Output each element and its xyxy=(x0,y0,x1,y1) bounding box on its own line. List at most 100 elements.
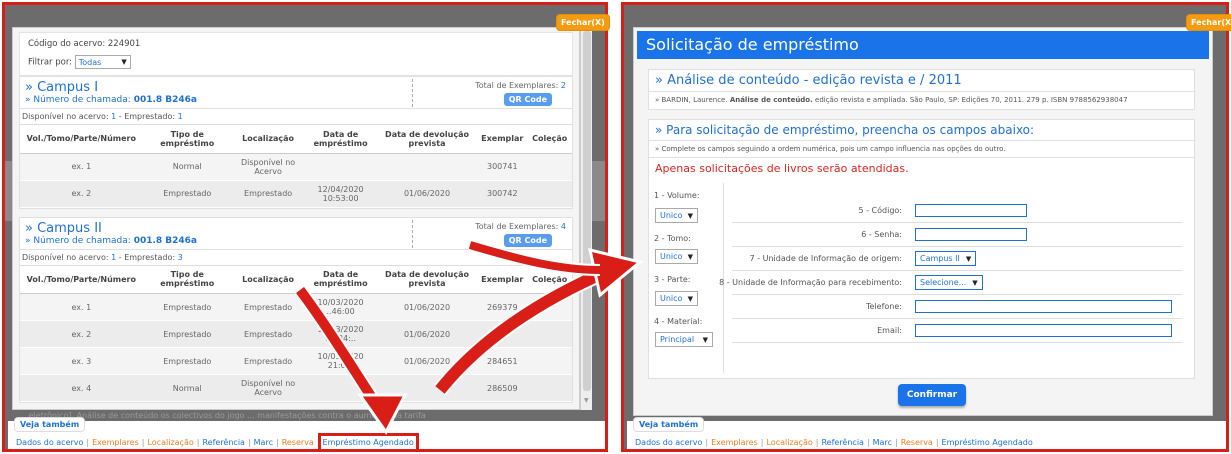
solicitacao-modal: Solicitação de empréstimo » Análise de c… xyxy=(633,27,1213,416)
divider xyxy=(412,79,413,107)
separator: | xyxy=(316,438,320,447)
table-cell: Emprestado xyxy=(231,180,305,208)
codigo-row: 5 - Código: xyxy=(732,200,1182,223)
column-header: Data de empréstimo xyxy=(304,265,377,294)
table-cell: 300741 xyxy=(477,153,528,181)
close-button[interactable]: Fechar(X) xyxy=(1186,14,1231,31)
veja-link[interactable]: Localização xyxy=(147,438,193,447)
veja-link[interactable]: Exemplares xyxy=(92,438,139,447)
column-header: Data de devolução prevista xyxy=(376,125,478,154)
veja-link[interactable]: Referência xyxy=(202,438,245,447)
telefone-label: Telefone: xyxy=(866,302,902,311)
table-cell xyxy=(304,374,377,402)
veja-link[interactable]: Localização xyxy=(766,438,812,447)
qr-code-button[interactable]: QR Code xyxy=(503,233,552,247)
veja-link[interactable]: Exemplares xyxy=(711,438,758,447)
separator: | xyxy=(141,438,145,447)
recebimento-select[interactable]: Selecione... ▼ xyxy=(915,275,983,290)
book-title: » Análise de conteúdo - edição revista e… xyxy=(649,70,1194,92)
acervo-modal: Código do acervo: 224901 Filtrar por: To… xyxy=(12,27,580,410)
chevron-down-icon: ▼ xyxy=(687,294,693,303)
parte-select[interactable]: Unico ▼ xyxy=(655,291,698,306)
origem-select[interactable]: Campus II ▼ xyxy=(915,251,977,266)
chevron-down-icon: ▼ xyxy=(972,278,978,287)
separator: | xyxy=(935,438,939,447)
table-row: ex. 3 Emprestado Emprestado 10/03/2020 21:0… xyxy=(20,347,572,375)
table-cell: ex. 1 xyxy=(20,293,143,321)
veja-tambem-tab: Veja também xyxy=(633,417,705,432)
campus-name: » Campus I xyxy=(25,80,99,95)
senha-input[interactable] xyxy=(915,228,1027,241)
material-select[interactable]: Principal ▼ xyxy=(655,332,713,347)
scroll-down-icon[interactable]: ▼ xyxy=(584,397,589,404)
veja-link[interactable]: Empréstimo Agendado xyxy=(317,433,419,449)
confirmar-button[interactable]: Confirmar xyxy=(898,384,966,406)
column-header: Data de devolução prevista xyxy=(376,265,478,294)
qr-code-button[interactable]: QR Code xyxy=(503,93,552,106)
scrollbar-thumb[interactable] xyxy=(583,31,591,391)
veja-link[interactable]: Reserva xyxy=(282,438,314,447)
telefone-input[interactable] xyxy=(915,300,1172,313)
exemplares-table: Vol./Tomo/Parte/Número Tipo de empréstimo… xyxy=(20,265,572,402)
table-cell: Disponível no Acervo xyxy=(231,153,305,181)
veja-link[interactable]: Reserva xyxy=(901,438,933,447)
separator: | xyxy=(894,438,898,447)
column-header: Exemplar xyxy=(477,125,528,154)
separator: | xyxy=(275,438,279,447)
close-button[interactable]: Fechar(X) xyxy=(556,14,610,31)
table-cell: Disponível no Acervo xyxy=(231,374,305,402)
column-header: Data de empréstimo xyxy=(304,125,377,154)
total-exemplares: Total de Exemplares: 4 xyxy=(475,221,566,231)
chevron-down-icon: ▼ xyxy=(687,211,693,220)
origem-label: 7 - Unidade de Informação de origem: xyxy=(749,254,902,263)
divider xyxy=(412,219,413,248)
codigo-acervo: Código do acervo: 224901 xyxy=(28,39,141,49)
campus-block: » Campus I » Número de chamada: 001.8 B2… xyxy=(19,76,573,209)
veja-link[interactable]: Marc xyxy=(873,438,892,447)
chevron-down-icon: ▼ xyxy=(965,254,972,263)
total-exemplares: Total de Exemplares: 2 xyxy=(475,81,566,90)
chevron-down-icon: ▼ xyxy=(687,252,693,261)
table-cell: 13/03/2020 19:34:.. xyxy=(304,320,377,348)
scrollbar[interactable]: ▼ xyxy=(580,27,592,410)
email-input[interactable] xyxy=(915,324,1172,337)
filtrar-select[interactable]: Todas ▼ xyxy=(74,55,131,69)
table-cell: ex. 2 xyxy=(20,180,143,208)
exemplares-table: Vol./Tomo/Parte/Número Tipo de empréstimo… xyxy=(20,125,572,208)
book-reference: » BARDIN, Laurence. Análise de conteúdo.… xyxy=(655,96,1128,104)
codigo-label: 5 - Código: xyxy=(858,206,902,215)
table-cell xyxy=(376,374,478,402)
veja-link[interactable]: Referência xyxy=(821,438,864,447)
field-label: 3 - Parte: xyxy=(654,275,691,284)
table-cell xyxy=(527,153,572,181)
table-cell: Emprestado xyxy=(142,347,232,375)
field-label: 4 - Material: xyxy=(654,317,703,326)
request-form-box: » Para solicitação de empréstimo, preenc… xyxy=(648,119,1195,379)
column-header: Vol./Tomo/Parte/Número xyxy=(20,125,143,154)
column-header: Exemplar xyxy=(477,265,528,294)
table-cell xyxy=(527,293,572,321)
table-cell: 01/06/2020 xyxy=(376,180,478,208)
veja-link[interactable]: Dados do acervo xyxy=(635,438,702,447)
left-screenshot-panel: Código do acervo: 224901 Filtrar por: To… xyxy=(2,2,608,452)
veja-link[interactable]: Dados do acervo xyxy=(16,438,83,447)
table-cell xyxy=(527,320,572,348)
veja-tambem-bar: Veja também Dados do acervo | Exemplares | L… xyxy=(627,417,1226,449)
column-header: Coleção xyxy=(527,265,572,294)
veja-links: Dados do acervo | Exemplares | Localização | R… xyxy=(635,438,1033,447)
volume-select[interactable]: Unico ▼ xyxy=(655,208,698,223)
separator: | xyxy=(866,438,870,447)
table-row: ex. 2 Emprestado Emprestado 13/03/2020 19:3… xyxy=(20,320,572,348)
veja-link[interactable]: Marc xyxy=(254,438,273,447)
table-cell: ex. 2 xyxy=(20,320,143,348)
screenshot-root: { "left": { "close_label": "Fechar(X)", … xyxy=(0,0,1231,454)
call-number: » Número de chamada: 001.8 B246a xyxy=(25,235,198,246)
table-row: ex. 1 Emprestado Emprestado 10/03/2020 ..46… xyxy=(20,293,572,321)
codigo-input[interactable] xyxy=(915,204,1027,217)
column-header: Tipo de empréstimo xyxy=(142,265,232,294)
table-cell: 286509 xyxy=(477,374,528,402)
tomo-select[interactable]: Unico ▼ xyxy=(655,249,698,264)
campus-block: » Campus II » Número de chamada: 001.8 B… xyxy=(19,216,573,403)
field-label: 1 - Volume: xyxy=(654,191,700,200)
veja-link[interactable]: Empréstimo Agendado xyxy=(942,438,1033,447)
